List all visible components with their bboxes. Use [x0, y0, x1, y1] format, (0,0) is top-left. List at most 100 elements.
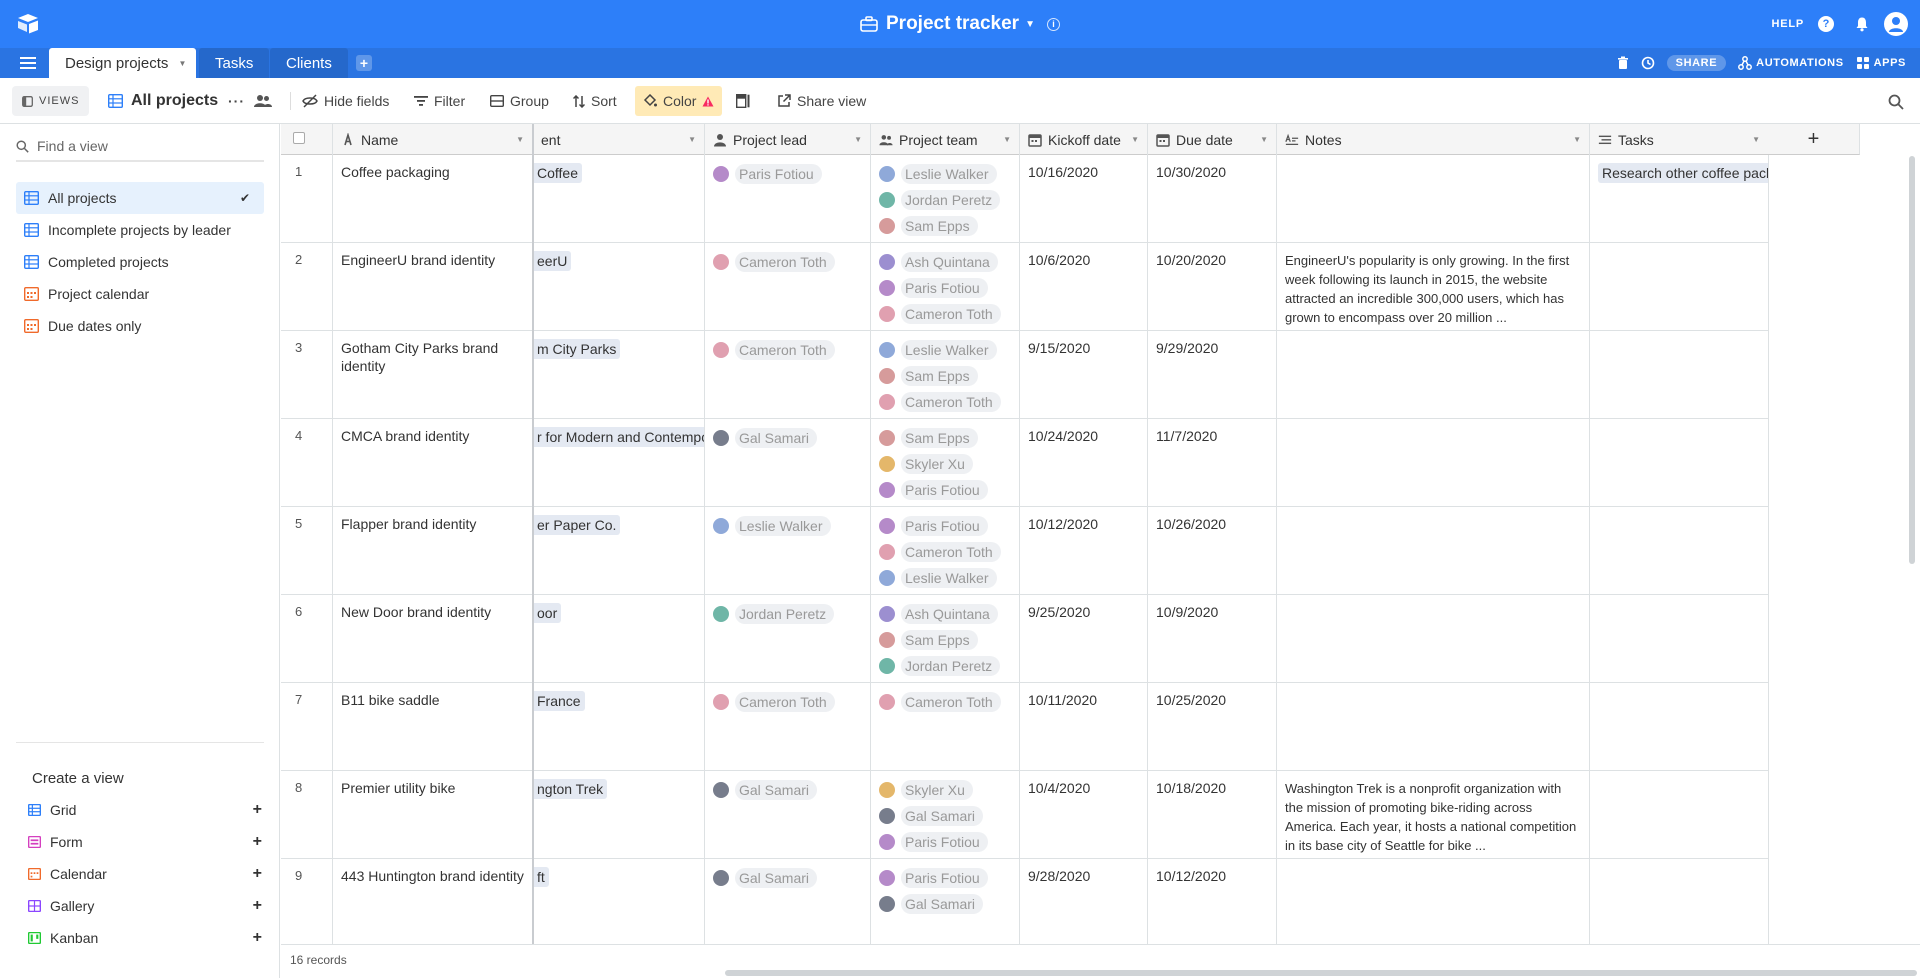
collaborator-chip[interactable]: Skyler Xu — [879, 453, 1011, 475]
linked-client-pill[interactable]: oor — [533, 603, 562, 623]
cell-name[interactable]: EngineerU brand identity — [333, 243, 533, 331]
color-button[interactable]: Color — [635, 86, 723, 116]
collaborator-chip[interactable]: Jordan Peretz — [713, 603, 862, 625]
header-client[interactable]: ent ▼ — [533, 124, 705, 155]
linked-task-pill[interactable]: Research other coffee pack — [1598, 163, 1768, 183]
automations-button[interactable]: AUTOMATIONS — [1738, 56, 1843, 70]
share-button[interactable]: SHARE — [1666, 55, 1727, 71]
cell-team[interactable]: Paris Fotiou Gal Samari — [871, 859, 1020, 947]
collaborator-chip[interactable]: Jordan Peretz — [879, 189, 1011, 211]
chevron-down-icon[interactable]: ▼ — [1573, 135, 1581, 144]
history-icon[interactable] — [1641, 56, 1655, 70]
cell-lead[interactable]: Cameron Toth — [705, 683, 871, 771]
collaborator-chip[interactable]: Sam Epps — [879, 427, 1011, 449]
cell-name[interactable]: B11 bike saddle — [333, 683, 533, 771]
linked-client-pill[interactable]: m City Parks — [533, 339, 621, 359]
plus-icon[interactable]: + — [253, 833, 262, 851]
collaborator-chip[interactable]: Leslie Walker — [879, 339, 1011, 361]
collaborator-chip[interactable]: Gal Samari — [879, 893, 1011, 915]
cell-due[interactable]: 10/26/2020 — [1148, 507, 1277, 595]
cell-lead[interactable]: Cameron Toth — [705, 331, 871, 419]
header-project-lead[interactable]: Project lead ▼ — [705, 124, 871, 155]
collaborator-chip[interactable]: Gal Samari — [713, 867, 862, 889]
collaborator-chip[interactable]: Leslie Walker — [879, 163, 1011, 185]
cell-lead[interactable]: Leslie Walker — [705, 507, 871, 595]
linked-client-pill[interactable]: Coffee — [533, 163, 582, 183]
collaborator-chip[interactable]: Sam Epps — [879, 365, 1011, 387]
collaborator-chip[interactable]: Jordan Peretz — [879, 655, 1011, 677]
cell-name[interactable]: Gotham City Parks brand identity — [333, 331, 533, 419]
linked-client-pill[interactable]: er Paper Co. — [533, 515, 621, 535]
linked-client-pill[interactable]: r for Modern and Contempo — [533, 427, 704, 447]
select-all-checkbox[interactable] — [293, 132, 305, 144]
cell-notes[interactable] — [1277, 595, 1590, 683]
create-form-view[interactable]: Form + — [28, 826, 262, 858]
cell-client[interactable]: m City Parks — [533, 331, 705, 419]
row-height-button[interactable] — [736, 86, 750, 116]
collaborator-chip[interactable]: Ash Quintana — [879, 603, 1011, 625]
horizontal-scrollbar[interactable] — [725, 970, 1917, 976]
cell-team[interactable]: Ash Quintana Sam Epps Jordan Peretz — [871, 595, 1020, 683]
cell-name[interactable]: CMCA brand identity — [333, 419, 533, 507]
table-row[interactable]: 5 Flapper brand identity er Paper Co. Lesli… — [281, 507, 1769, 595]
cell-client[interactable]: er Paper Co. — [533, 507, 705, 595]
table-row[interactable]: 8 Premier utility bike ngton Trek Gal Samar… — [281, 771, 1769, 859]
cell-num[interactable]: 1 — [281, 155, 333, 243]
header-project-team[interactable]: Project team ▼ — [871, 124, 1020, 155]
filter-button[interactable]: Filter — [414, 86, 465, 116]
cell-lead[interactable]: Gal Samari — [705, 859, 871, 947]
collaborator-chip[interactable]: Cameron Toth — [879, 541, 1011, 563]
collaborator-chip[interactable]: Skyler Xu — [879, 779, 1011, 801]
group-button[interactable]: Group — [490, 86, 549, 116]
cell-notes[interactable] — [1277, 859, 1590, 947]
cell-client[interactable]: r for Modern and Contempo — [533, 419, 705, 507]
cell-num[interactable]: 8 — [281, 771, 333, 859]
collaborator-chip[interactable]: Paris Fotiou — [879, 515, 1011, 537]
cell-name[interactable]: New Door brand identity — [333, 595, 533, 683]
cell-client[interactable]: ft — [533, 859, 705, 947]
collaborator-chip[interactable]: Gal Samari — [879, 805, 1011, 827]
cell-team[interactable]: Sam Epps Skyler Xu Paris Fotiou — [871, 419, 1020, 507]
vertical-scrollbar[interactable] — [1909, 156, 1915, 564]
table-row[interactable]: 2 EngineerU brand identity eerU Cameron Tot… — [281, 243, 1769, 331]
cell-tasks[interactable] — [1590, 243, 1769, 331]
view-item-all-projects[interactable]: All projects ✔ — [16, 182, 264, 214]
cell-kickoff[interactable]: 10/16/2020 — [1020, 155, 1148, 243]
cell-name[interactable]: 443 Huntington brand identity — [333, 859, 533, 947]
cell-lead[interactable]: Cameron Toth — [705, 243, 871, 331]
linked-client-pill[interactable]: eerU — [533, 251, 572, 271]
cell-due[interactable]: 10/25/2020 — [1148, 683, 1277, 771]
table-row[interactable]: 6 New Door brand identity oor Jordan Peretz… — [281, 595, 1769, 683]
collaborator-chip[interactable]: Leslie Walker — [713, 515, 862, 537]
chevron-down-icon[interactable]: ▼ — [1131, 135, 1139, 144]
base-title[interactable]: Project tracker — [886, 13, 1019, 35]
cell-tasks[interactable] — [1590, 859, 1769, 947]
create-calendar-view[interactable]: Calendar + — [28, 858, 262, 890]
tab-clients[interactable]: Clients — [270, 48, 348, 78]
cell-kickoff[interactable]: 10/12/2020 — [1020, 507, 1148, 595]
collaborator-chip[interactable]: Paris Fotiou — [879, 831, 1011, 853]
cell-client[interactable]: eerU — [533, 243, 705, 331]
view-item-project-calendar[interactable]: Project calendar — [16, 278, 264, 310]
chevron-down-icon[interactable]: ▼ — [178, 59, 186, 68]
cell-tasks[interactable] — [1590, 419, 1769, 507]
tab-design-projects[interactable]: Design projects ▼ — [49, 48, 197, 78]
table-row[interactable]: 7 B11 bike saddle France Cameron Toth Camero… — [281, 683, 1769, 771]
tab-tasks[interactable]: Tasks — [199, 48, 270, 78]
airtable-logo-icon[interactable] — [16, 13, 40, 35]
more-options-icon[interactable]: ··· — [228, 86, 245, 116]
table-row[interactable]: 4 CMCA brand identity r for Modern and Con… — [281, 419, 1769, 507]
table-row[interactable]: 1 Coffee packaging Coffee Paris Fotiou Lesli… — [281, 155, 1769, 243]
collaborator-chip[interactable]: Gal Samari — [713, 779, 862, 801]
cell-due[interactable]: 10/9/2020 — [1148, 595, 1277, 683]
sort-button[interactable]: Sort — [573, 86, 617, 116]
cell-tasks[interactable] — [1590, 683, 1769, 771]
linked-client-pill[interactable]: ft — [533, 867, 549, 887]
chevron-down-icon[interactable]: ▼ — [854, 135, 862, 144]
linked-client-pill[interactable]: France — [533, 691, 585, 711]
search-icon[interactable] — [1888, 94, 1904, 110]
chevron-down-icon[interactable]: ▼ — [516, 135, 524, 144]
collaborator-chip[interactable]: Ash Quintana — [879, 251, 1011, 273]
cell-num[interactable]: 3 — [281, 331, 333, 419]
plus-icon[interactable]: + — [253, 897, 262, 915]
